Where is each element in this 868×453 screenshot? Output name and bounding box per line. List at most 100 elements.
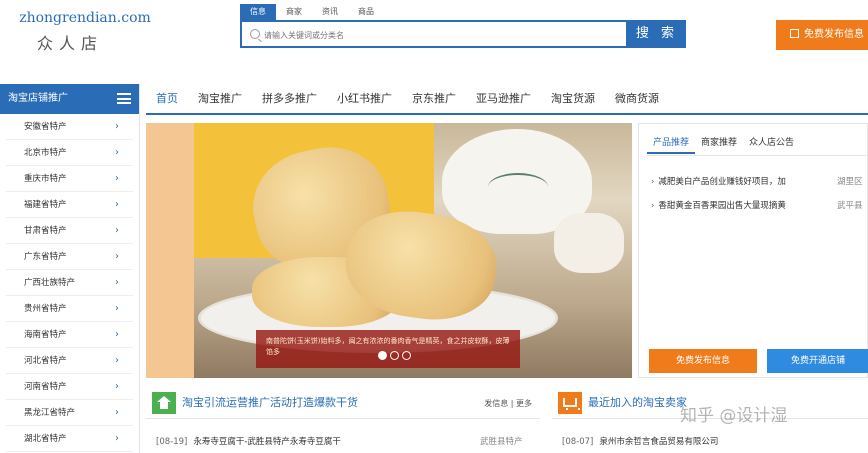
logo-brand-text: 众人店 [36,34,103,53]
nav-taobao-supply[interactable]: 淘宝货源 [541,86,605,112]
recommend-panel: 产品推荐 商家推荐 众人店公告 › 减肥美白产品创业赚钱好项目，加 湖里区 › 香甜黄… [638,123,868,378]
sidebar-item-hainan[interactable]: 海南省特产 › [6,322,133,348]
sidebar-item-label: 安徽省特产 [24,122,67,132]
search-tab-product[interactable]: 商品 [348,4,384,20]
sidebar-item-label: 河北省特产 [24,356,67,366]
sidebar-item-fujian[interactable]: 福建省特产 › [6,192,133,218]
sidebar-item-guizhou[interactable]: 贵州省特产 › [6,296,133,322]
item-title: 永寿寺豆腐干-武胜县特产永寿寺豆腐干 [193,437,341,447]
list-item[interactable]: [08-07] 泉州市余哲言食品贸易有限公司 [552,431,868,453]
carousel-dot[interactable] [402,351,411,360]
free-publish-button[interactable]: 免费发布信息 [649,349,757,373]
chevron-right-icon: › [115,199,119,210]
nav-home[interactable]: 首页 [146,86,188,112]
list-item[interactable]: [08-19] 永寿寺豆腐干-武胜县特产永寿寺豆腐干 武胜县特产 [146,431,540,453]
menu-icon[interactable] [117,93,131,104]
sidebar-item-guangdong[interactable]: 广东省特产 › [6,244,133,270]
recommend-list: › 减肥美白产品创业赚钱好项目，加 湖里区 › 香甜黄金百香果园出售大量现摘黄 武平县 [651,170,868,218]
section-title[interactable]: 最近加入的淘宝卖家 [588,389,687,417]
sidebar-list: 安徽省特产 › 北京市特产 › 重庆市特产 › 福建省特产 › 甘肃省特产 › 广东省特产… [0,114,139,452]
nav-wechat-supply[interactable]: 微商货源 [605,86,669,112]
sidebar-item-hebei[interactable]: 河北省特产 › [6,348,133,374]
home-icon [157,396,171,410]
sidebar-item-guangxi[interactable]: 广西壮族特产 › [6,270,133,296]
chevron-right-icon: › [115,433,119,444]
sidebar-item-label: 广西壮族特产 [24,278,76,288]
sidebar-item-label: 贵州省特产 [24,304,67,314]
nav-jd-promo[interactable]: 京东推广 [402,86,466,112]
news-location: 湖里区 [837,177,863,187]
item-location: 武胜县特产 [480,437,523,447]
list-item[interactable]: › 减肥美白产品创业赚钱好项目，加 湖里区 [651,170,868,194]
nav-xiaohongshu-promo[interactable]: 小红书推广 [327,86,402,112]
nav-pinduoduo-promo[interactable]: 拼多多推广 [252,86,327,112]
sidebar-header[interactable]: 淘宝店铺推广 [0,84,139,114]
sidebar-item-label: 北京市特产 [24,148,67,158]
chevron-right-icon: › [115,355,119,366]
nav-taobao-promo[interactable]: 淘宝推广 [188,86,252,112]
sidebar-item-heilongjiang[interactable]: 黑龙江省特产 › [6,400,133,426]
sidebar-item-chongqing[interactable]: 重庆市特产 › [6,166,133,192]
chevron-right-icon: › [115,225,119,236]
sidebar-item-gansu[interactable]: 甘肃省特产 › [6,218,133,244]
carousel-dot[interactable] [390,351,399,360]
sidebar-item-henan[interactable]: 河南省特产 › [6,374,133,400]
search-tab-info[interactable]: 信息 [240,4,276,20]
item-date: [08-07] [562,437,594,447]
sidebar-item-label: 黑龙江省特产 [24,408,76,418]
sidebar-item-label: 甘肃省特产 [24,226,67,236]
sidebar-item-label: 广东省特产 [24,252,67,262]
more-link[interactable]: 发信息 | 更多 [484,389,532,419]
list-item[interactable]: › 香甜黄金百香果园出售大量现摘黄 武平县 [651,194,868,218]
section-icon-box [152,392,176,414]
sidebar-item-label: 湖北省特产 [24,434,67,444]
shopping-cart-icon [563,398,580,410]
category-sidebar: 淘宝店铺推广 安徽省特产 › 北京市特产 › 重庆市特产 › 福建省特产 › 甘肃省特产… [0,84,140,453]
logo-domain-text: zhongrendian.com [19,10,151,26]
search-category-tabs: 信息 商家 资讯 商品 [240,4,384,20]
carousel-dot[interactable] [378,351,387,360]
sidebar-item-hubei[interactable]: 湖北省特产 › [6,426,133,452]
promo-section: 淘宝引流运营推广活动打造爆款干货 发信息 | 更多 [08-19] 永寿寺豆腐干-… [146,389,540,453]
main-nav: 首页 淘宝推广 拼多多推广 小红书推广 京东推广 亚马逊推广 淘宝货源 微商货源 [146,86,669,112]
tab-site-announcement[interactable]: 众人店公告 [743,132,800,154]
search-box [240,20,628,48]
search-tab-merchant[interactable]: 商家 [276,4,312,20]
sidebar-item-anhui[interactable]: 安徽省特产 › [6,114,133,140]
publish-info-label: 免费发布信息 [804,29,864,40]
search-icon [250,29,260,39]
chevron-right-icon: › [115,147,119,158]
sidebar-item-label: 河南省特产 [24,382,67,392]
tab-product-recommend[interactable]: 产品推荐 [647,132,696,154]
sidebar-item-label: 福建省特产 [24,200,67,210]
sidebar-item-label: 重庆市特产 [24,174,67,184]
search-input[interactable] [264,26,620,44]
news-title: 减肥美白产品创业赚钱好项目，加 [658,177,786,187]
section-header: 淘宝引流运营推广活动打造爆款干货 发信息 | 更多 [146,389,540,419]
section-title[interactable]: 淘宝引流运营推广活动打造爆款干货 [182,389,358,417]
chevron-right-icon: › [115,251,119,262]
nav-amazon-promo[interactable]: 亚马逊推广 [466,86,541,112]
chevron-right-icon: › [115,329,119,340]
banner-carousel[interactable]: 南普陀饼(玉米饼)始料多，闽之有浓浓的番肉香气是精英，食之并皮软酥，皮薄馅多 [146,123,632,378]
news-location: 武平县 [837,201,863,211]
site-logo[interactable]: zhongrendian.com 众人店 [10,10,160,54]
chevron-right-icon: › [115,121,119,132]
sidebar-item-beijing[interactable]: 北京市特产 › [6,140,133,166]
bullet-icon: › [651,177,655,187]
banner-caption: 南普陀饼(玉米饼)始料多，闽之有浓浓的番肉香气是精英，食之并皮软酥，皮薄馅多 [256,330,520,368]
chevron-right-icon: › [115,303,119,314]
search-button[interactable]: 搜 索 [628,20,686,48]
news-title: 香甜黄金百香果园出售大量现摘黄 [658,201,786,211]
tab-merchant-recommend[interactable]: 商家推荐 [695,132,743,154]
item-date: [08-19] [156,437,188,447]
chevron-right-icon: › [115,277,119,288]
carousel-dots [378,351,411,360]
publish-info-button[interactable]: 免费发布信息 [776,20,868,50]
banner-teacup [554,213,624,273]
search-tab-news[interactable]: 资讯 [312,4,348,20]
item-title: 泉州市余哲言食品贸易有限公司 [599,437,719,447]
section-icon-box [558,392,582,414]
open-shop-button[interactable]: 免费开通店铺 [767,349,868,373]
recommend-tabs: 产品推荐 商家推荐 众人店公告 [647,132,800,154]
